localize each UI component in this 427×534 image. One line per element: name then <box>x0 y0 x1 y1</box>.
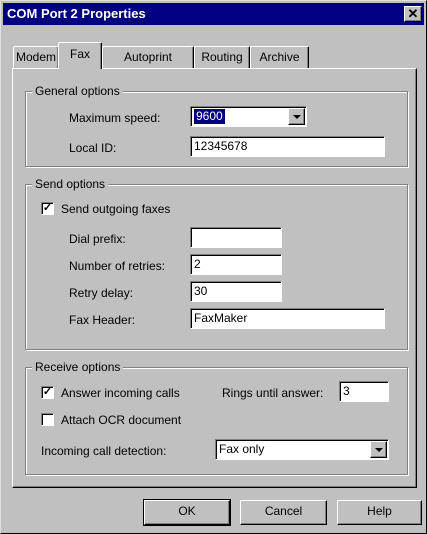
call-detection-value: Fax only <box>219 442 265 456</box>
retries-field[interactable]: 2 <box>190 254 282 275</box>
help-button[interactable]: Help <box>337 500 422 525</box>
local-id-label: Local ID: <box>69 141 117 155</box>
send-outgoing-checkbox[interactable]: ✓ <box>41 202 54 215</box>
attach-ocr-checkbox[interactable] <box>41 413 54 426</box>
cancel-button[interactable]: Cancel <box>240 500 327 525</box>
tab-autoprint[interactable]: Autoprint <box>102 46 194 68</box>
receive-options-title: Receive options <box>32 360 124 374</box>
dial-prefix-label: Dial prefix: <box>69 232 126 246</box>
tab-archive[interactable]: Archive <box>250 46 309 68</box>
close-icon[interactable]: ✕ <box>404 6 422 22</box>
tab-routing[interactable]: Routing <box>194 46 250 68</box>
fax-tab-panel: General options Maximum speed: 9600 Loca… <box>12 68 417 488</box>
attach-ocr-label: Attach OCR document <box>61 413 182 427</box>
answer-calls-label: Answer incoming calls <box>61 386 180 400</box>
local-id-field[interactable]: 12345678 <box>190 136 385 157</box>
answer-calls-checkbox[interactable]: ✓ <box>41 386 54 399</box>
retries-label: Number of retries: <box>69 259 166 273</box>
call-detection-select[interactable]: Fax only <box>215 439 389 460</box>
title-bar: COM Port 2 Properties ✕ <box>3 3 424 25</box>
rings-field[interactable]: 3 <box>339 381 389 402</box>
chevron-down-icon[interactable] <box>288 108 305 125</box>
ok-button[interactable]: OK <box>143 499 231 526</box>
max-speed-select[interactable]: 9600 <box>190 106 307 127</box>
send-outgoing-label: Send outgoing faxes <box>61 202 171 216</box>
receive-options-group: Receive options ✓ Answer incoming calls … <box>25 360 408 475</box>
chevron-down-icon[interactable] <box>370 441 387 458</box>
tab-fax[interactable]: Fax <box>58 42 102 69</box>
send-options-title: Send options <box>32 177 109 191</box>
dial-prefix-field[interactable] <box>190 227 282 248</box>
max-speed-value: 9600 <box>194 109 225 124</box>
max-speed-label: Maximum speed: <box>69 111 161 125</box>
fax-header-field[interactable]: FaxMaker <box>190 308 385 329</box>
tab-modem[interactable]: Modem <box>13 46 59 68</box>
retry-delay-label: Retry delay: <box>69 286 134 300</box>
window-title: COM Port 2 Properties <box>7 6 146 21</box>
send-options-group: Send options ✓ Send outgoing faxes Dial … <box>25 177 408 350</box>
rings-label: Rings until answer: <box>222 386 324 400</box>
properties-dialog: COM Port 2 Properties ✕ Modem Fax Autopr… <box>0 0 427 534</box>
general-options-group: General options Maximum speed: 9600 Loca… <box>25 84 408 167</box>
general-options-title: General options <box>32 84 123 98</box>
call-detection-label: Incoming call detection: <box>41 444 167 458</box>
retry-delay-field[interactable]: 30 <box>190 281 282 302</box>
fax-header-label: Fax Header: <box>69 313 136 327</box>
